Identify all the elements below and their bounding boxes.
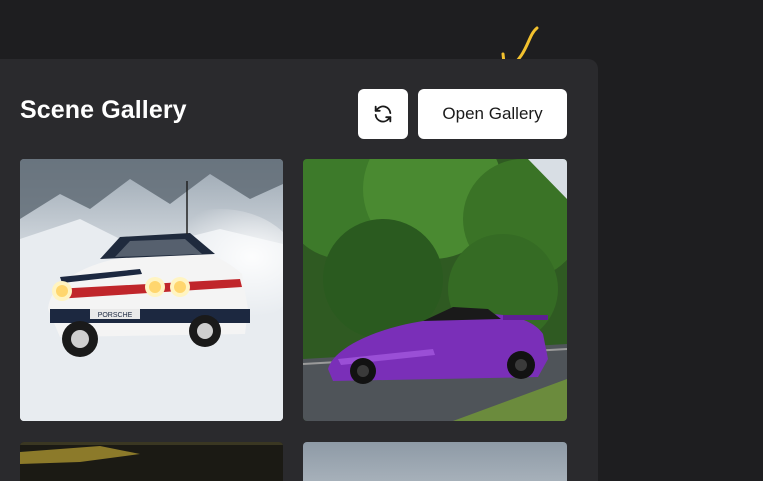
refresh-icon [374,105,392,123]
license-plate: PORSCHE [98,312,133,319]
gallery-title: Scene Gallery [20,96,187,124]
gallery-thumbnail-rally-car[interactable]: PORSCHE [20,159,283,421]
gallery-thumbnail-purple-supercar[interactable] [303,159,567,421]
gallery-thumbnail-night-scene[interactable] [20,442,283,481]
night-scene-image [20,442,283,481]
gallery-thumbnail-sky-scene[interactable] [303,442,567,481]
open-gallery-button[interactable]: Open Gallery [418,89,567,139]
page: Scene Gallery Open Gallery PORSCHE [0,0,763,481]
purple-supercar-image [303,159,567,421]
refresh-button[interactable] [358,89,408,139]
sky-scene-image [303,442,567,481]
rally-car-image: PORSCHE [20,159,283,421]
